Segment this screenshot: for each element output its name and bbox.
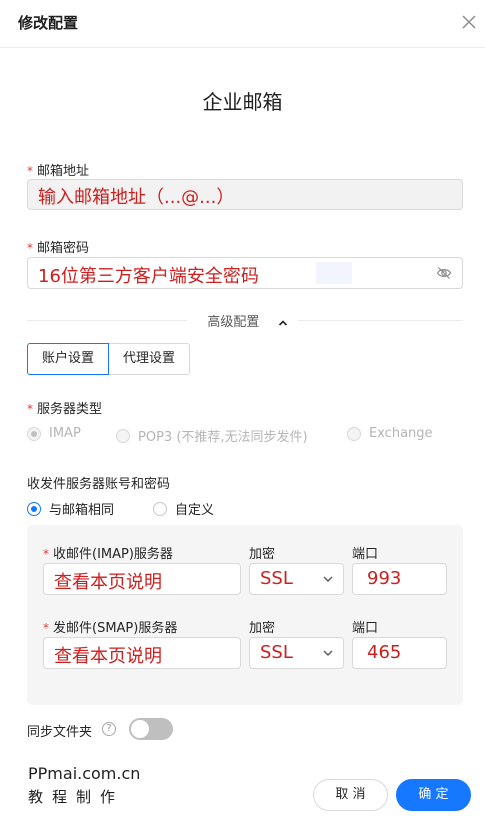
radio-exchange-label: Exchange (369, 426, 433, 441)
imap-encryption-label: 加密 (249, 547, 276, 562)
server-panel: * 收邮件(IMAP)服务器 加密 端口 查看本页说明 SSL 993 * 发邮件(… (27, 525, 463, 705)
smtp-port-value: 465 (367, 642, 402, 663)
tab-proxy-settings[interactable]: 代理设置 (109, 343, 191, 375)
sync-folders-toggle[interactable] (129, 718, 173, 740)
radio-imap[interactable]: IMAP (27, 426, 81, 441)
mail-type-heading: 企业邮箱 (202, 90, 283, 114)
close-icon[interactable] (459, 12, 479, 32)
radio-custom-label: 自定义 (175, 503, 215, 518)
smtp-encryption-label: 加密 (249, 621, 276, 636)
cancel-button[interactable]: 取 消 (313, 779, 388, 811)
smtp-encryption-value: SSL (260, 642, 293, 663)
confirm-button[interactable]: 确 定 (396, 779, 471, 811)
required-mark: * (27, 241, 33, 255)
advanced-label: 高级配置 (197, 315, 270, 330)
password-field[interactable]: 16位第三方客户端安全密码 (27, 257, 463, 289)
imap-label: 收邮件(IMAP)服务器 (53, 547, 173, 562)
tab-account-settings[interactable]: 账户设置 (27, 343, 110, 375)
radio-imap-circle (27, 426, 41, 441)
server-type-label: 服务器类型 (37, 402, 103, 417)
imap-port-input[interactable]: 993 (352, 563, 447, 595)
smtp-port-input[interactable]: 465 (352, 637, 447, 669)
email-label: 邮箱地址 (37, 164, 90, 179)
required-mark: * (43, 621, 49, 635)
dialog-header: 修改配置 (0, 0, 485, 48)
radio-custom-circle (153, 501, 167, 516)
smtp-server-value: 查看本页说明 (54, 646, 162, 667)
imap-port-value: 993 (367, 568, 402, 589)
dialog-title: 修改配置 (18, 14, 79, 32)
password-value: 16位第三方客户端安全密码 (38, 266, 259, 287)
smtp-label-row: * 发邮件(SMAP)服务器 (43, 617, 177, 636)
email-label-row: * 邮箱地址 (27, 160, 89, 179)
radio-pop3[interactable]: POP3 (不推荐,无法同步发件) (116, 426, 308, 445)
help-icon[interactable]: ? (102, 722, 116, 736)
radio-same-label: 与邮箱相同 (49, 503, 115, 518)
imap-port-label: 端口 (352, 547, 379, 562)
imap-label-row: * 收邮件(IMAP)服务器 (43, 543, 173, 562)
eye-off-icon[interactable] (436, 265, 452, 281)
required-mark: * (27, 164, 33, 178)
required-mark: * (43, 547, 49, 561)
radio-exchange-circle (347, 426, 361, 441)
chevron-up-icon (278, 319, 287, 326)
imap-encryption-value: SSL (260, 568, 293, 589)
radio-custom[interactable]: 自定义 (153, 499, 214, 518)
password-label-row: * 邮箱密码 (27, 237, 89, 256)
email-value: 输入邮箱地址（...@...） (38, 187, 235, 208)
smtp-label: 发邮件(SMAP)服务器 (53, 621, 178, 636)
smtp-port-label: 端口 (352, 621, 379, 636)
radio-same-circle (27, 501, 41, 516)
sync-folders-label: 同步文件夹 (27, 725, 93, 740)
settings-tabs: 账户设置 代理设置 (27, 343, 191, 375)
credentials-label: 收发件服务器账号和密码 (27, 477, 171, 492)
password-label: 邮箱密码 (37, 241, 90, 256)
smtp-server-input[interactable]: 查看本页说明 (43, 637, 241, 669)
email-field[interactable]: 输入邮箱地址（...@...） (27, 179, 463, 210)
chevron-down-icon (323, 650, 333, 656)
radio-pop3-circle (116, 428, 130, 443)
password-mask (316, 262, 352, 284)
required-mark: * (27, 402, 33, 416)
advanced-toggle[interactable]: 高级配置 (0, 311, 485, 330)
radio-exchange[interactable]: Exchange (347, 426, 433, 441)
radio-same-as-mailbox[interactable]: 与邮箱相同 (27, 499, 114, 518)
server-type-label-row: * 服务器类型 (27, 398, 102, 417)
imap-server-value: 查看本页说明 (54, 572, 162, 593)
imap-server-input[interactable]: 查看本页说明 (43, 563, 241, 595)
radio-pop3-label: POP3 (不推荐,无法同步发件) (138, 430, 308, 445)
imap-encryption-select[interactable]: SSL (249, 563, 344, 595)
radio-imap-label: IMAP (49, 426, 81, 441)
watermark-credit: 教程制作 (28, 788, 125, 806)
smtp-encryption-select[interactable]: SSL (249, 637, 344, 669)
watermark-site: PPmai.com.cn (28, 764, 141, 783)
chevron-down-icon (323, 576, 333, 582)
